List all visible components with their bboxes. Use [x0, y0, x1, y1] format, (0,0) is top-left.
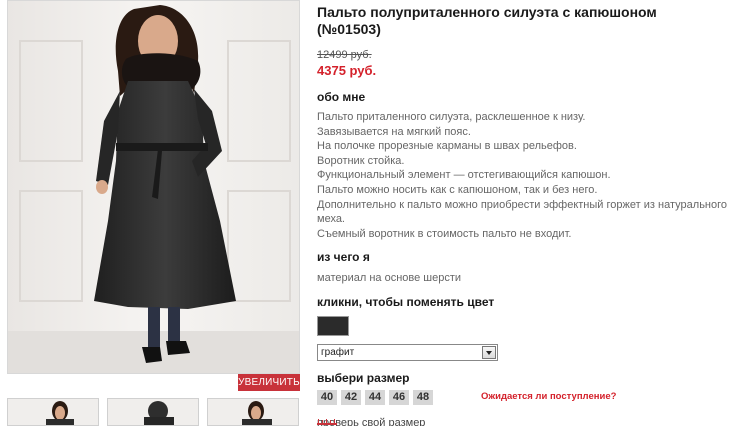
about-line: Воротник стойка. [317, 154, 405, 167]
check-size-link[interactable]: проверь свой размер [317, 417, 727, 426]
new-price: 4375 руб. [317, 63, 377, 78]
availability-link[interactable]: Ожидается ли поступление? [481, 391, 616, 402]
color-heading: кликни, чтобы поменять цвет [317, 295, 495, 310]
material-heading: из чего я [317, 250, 370, 265]
ruler-icon-graphic [317, 419, 337, 426]
zoom-button[interactable]: УВЕЛИЧИТЬ [238, 374, 300, 391]
old-price: 12499 руб. [317, 49, 372, 61]
thumbnail-image-1 [8, 399, 98, 425]
product-photo[interactable] [7, 0, 300, 374]
size-option-46[interactable]: 46 [389, 390, 409, 406]
thumbnail-3[interactable] [207, 398, 299, 426]
about-line: Съемный воротник в стоимость пальто не в… [317, 227, 572, 240]
about-heading: обо мне [317, 90, 366, 104]
thumbnail-1[interactable] [7, 398, 99, 426]
size-heading: выбери размер [317, 371, 410, 386]
about-line: Дополнительно к пальто можно приобрести … [317, 198, 727, 226]
about-line: На полочке прорезные карманы в швах рель… [317, 140, 577, 153]
size-option-40[interactable]: 40 [317, 390, 337, 406]
about-line: Пальто можно носить как с капюшоном, так… [317, 183, 598, 196]
size-option-44[interactable]: 44 [365, 390, 385, 406]
color-select-value: графит [321, 347, 355, 359]
about-line: Завязывается на мягкий пояс. [317, 125, 471, 138]
color-swatch-graphite[interactable] [317, 316, 349, 337]
ruler-icon [317, 410, 337, 426]
size-option-48[interactable]: 48 [413, 390, 433, 406]
product-info: Пальто полуприталенного силуэта с капюшо… [317, 0, 727, 426]
chevron-down-icon[interactable] [482, 346, 496, 360]
size-option-42[interactable]: 42 [341, 390, 361, 406]
product-title-line1: Пальто полуприталенного силуэта с капюшо… [317, 4, 657, 20]
about-line: Функциональный элемент — отстегивающийся… [317, 169, 611, 182]
product-title-line2: (№01503) [317, 21, 381, 37]
product-title: Пальто полуприталенного силуэта с капюшо… [317, 4, 727, 38]
size-options: 40 42 44 46 48 Ожидается ли поступление? [317, 390, 727, 406]
thumbnail-2[interactable] [107, 398, 199, 426]
material-text: материал на основе шерсти [317, 272, 462, 285]
thumbnail-image-2 [108, 399, 198, 425]
thumbnail-image-3 [208, 399, 298, 425]
color-select[interactable]: графит [317, 344, 498, 362]
thumbnail-strip [7, 398, 300, 426]
about-line: Пальто приталенного силуэта, расклешенно… [317, 111, 586, 123]
about-description: Пальто приталенного силуэта, расклешенно… [317, 110, 727, 241]
model-in-coat-image [8, 1, 299, 373]
